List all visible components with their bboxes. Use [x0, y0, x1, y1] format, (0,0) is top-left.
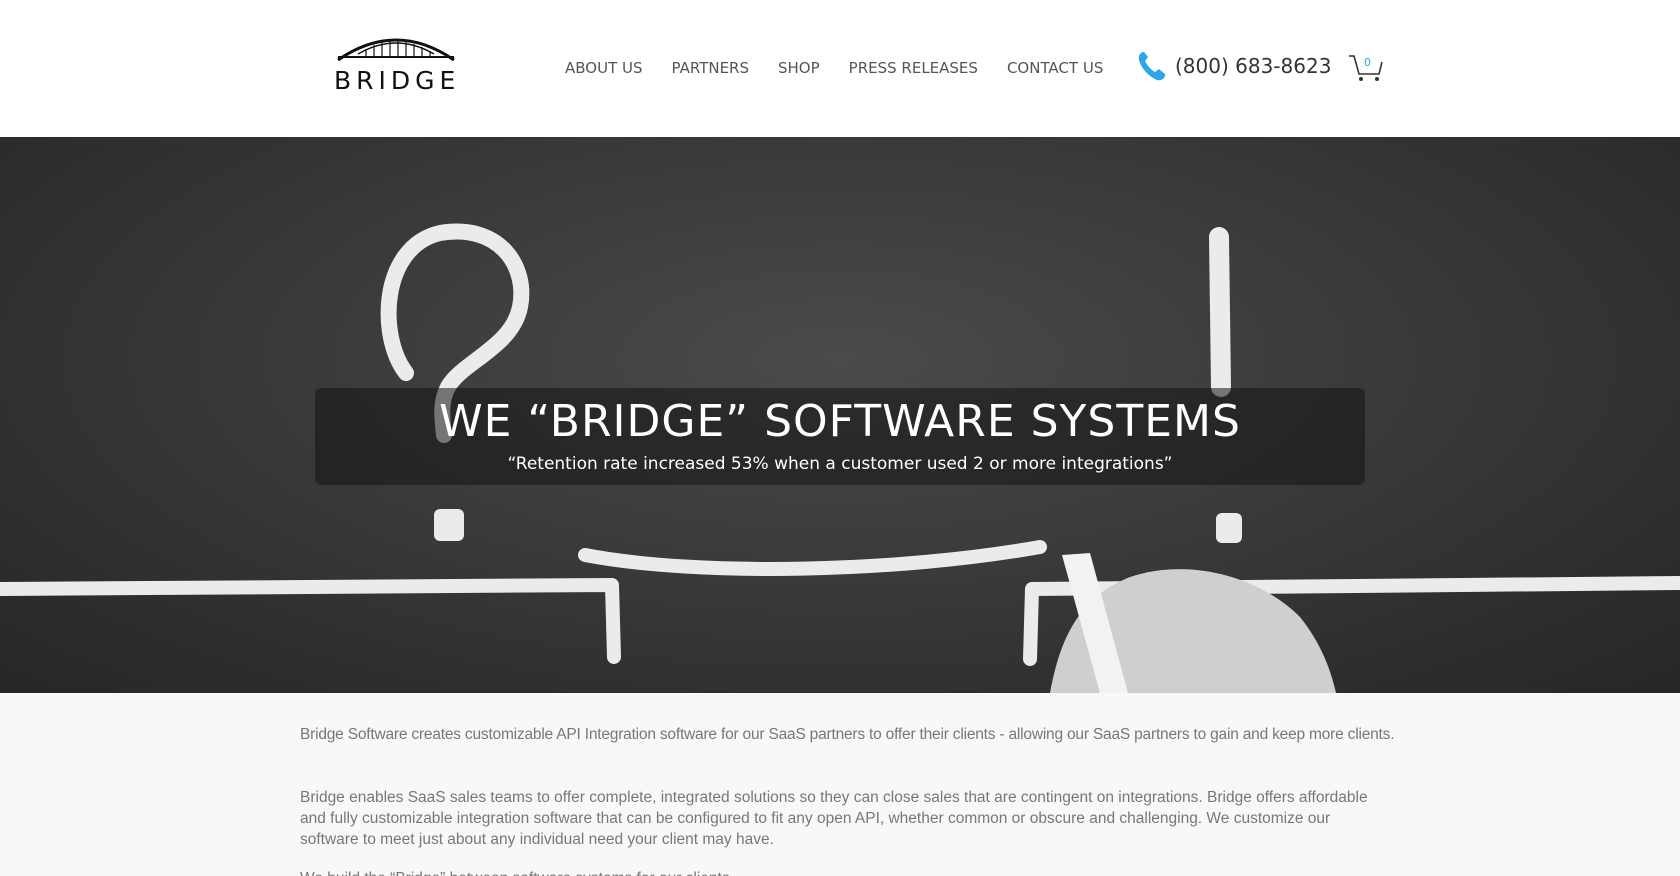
phone-number[interactable]: (800) 683-8623 [1175, 54, 1331, 78]
hero-quote: “Retention rate increased 53% when a cus… [507, 454, 1173, 474]
cart-count-badge: 0 [1364, 56, 1371, 69]
nav-item-shop[interactable]: SHOP [778, 56, 820, 80]
phone-icon [1138, 52, 1165, 81]
intro-content: Bridge Software creates customizable API… [0, 693, 1680, 876]
intro-paragraph-1: Bridge Software creates customizable API… [300, 726, 1395, 743]
hero-caption-band: WE “BRIDGE” SOFTWARE SYSTEMS “Retention … [315, 388, 1365, 485]
logo-wordmark: BRIDGE [334, 66, 461, 95]
main-nav: ABOUT US PARTNERS SHOP PRESS RELEASES CO… [565, 56, 1103, 80]
phone-contact[interactable]: (800) 683-8623 [1137, 50, 1331, 82]
intro-paragraph-3: We build the “Bridge” between software s… [300, 868, 1382, 876]
hero-title: WE “BRIDGE” SOFTWARE SYSTEMS [439, 396, 1241, 447]
nav-item-partners[interactable]: PARTNERS [672, 56, 749, 80]
nav-item-about-us[interactable]: ABOUT US [565, 56, 643, 80]
bridge-logo[interactable]: BRIDGE [334, 30, 461, 95]
nav-item-contact-us[interactable]: CONTACT US [1007, 56, 1103, 80]
cart-button[interactable]: 0 [1348, 52, 1384, 84]
nav-item-press-releases[interactable]: PRESS RELEASES [849, 56, 978, 80]
site-header: BRIDGE ABOUT US PARTNERS SHOP PRESS RELE… [0, 0, 1680, 137]
bridge-arch-icon [337, 38, 455, 62]
intro-paragraph-2: Bridge enables SaaS sales teams to offer… [300, 789, 1368, 848]
hero-banner: WE “BRIDGE” SOFTWARE SYSTEMS “Retention … [0, 137, 1680, 693]
